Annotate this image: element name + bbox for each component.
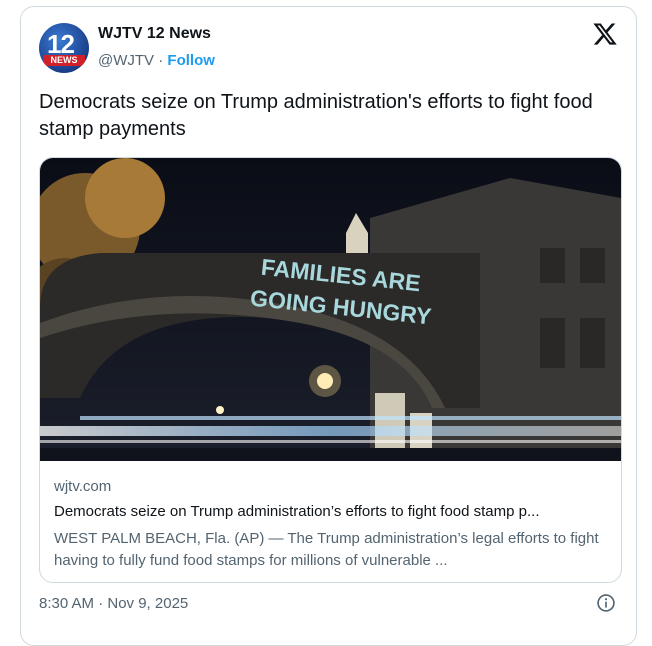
handle-row: @WJTV · Follow [98,52,215,69]
info-icon[interactable] [596,593,616,613]
avatar[interactable]: 12 NEWS [39,23,89,73]
link-title: Democrats seize on Trump administration’… [54,503,540,520]
follow-button[interactable]: Follow [167,52,215,69]
link-domain: wjtv.com [54,478,112,495]
x-logo-icon[interactable] [592,21,618,47]
article-image: FAMILIES ARE GOING HUNGRY [40,158,621,461]
tweet-text: Democrats seize on Trump administration'… [39,91,593,140]
tweet-timestamp[interactable]: 8:30 AM · Nov 9, 2025 [39,595,188,612]
link-description: WEST PALM BEACH, Fla. (AP) — The Trump a… [54,530,599,569]
avatar-news-banner: NEWS [43,55,85,66]
handle-separator: · [158,52,164,69]
tweet-embed-card: 12 NEWS WJTV 12 News @WJTV · Follow Demo… [20,6,637,646]
link-preview-card[interactable]: FAMILIES ARE GOING HUNGRY wjtv.com Democ… [39,157,622,583]
author-name[interactable]: WJTV 12 News [98,25,211,43]
author-handle[interactable]: @WJTV [98,52,154,69]
